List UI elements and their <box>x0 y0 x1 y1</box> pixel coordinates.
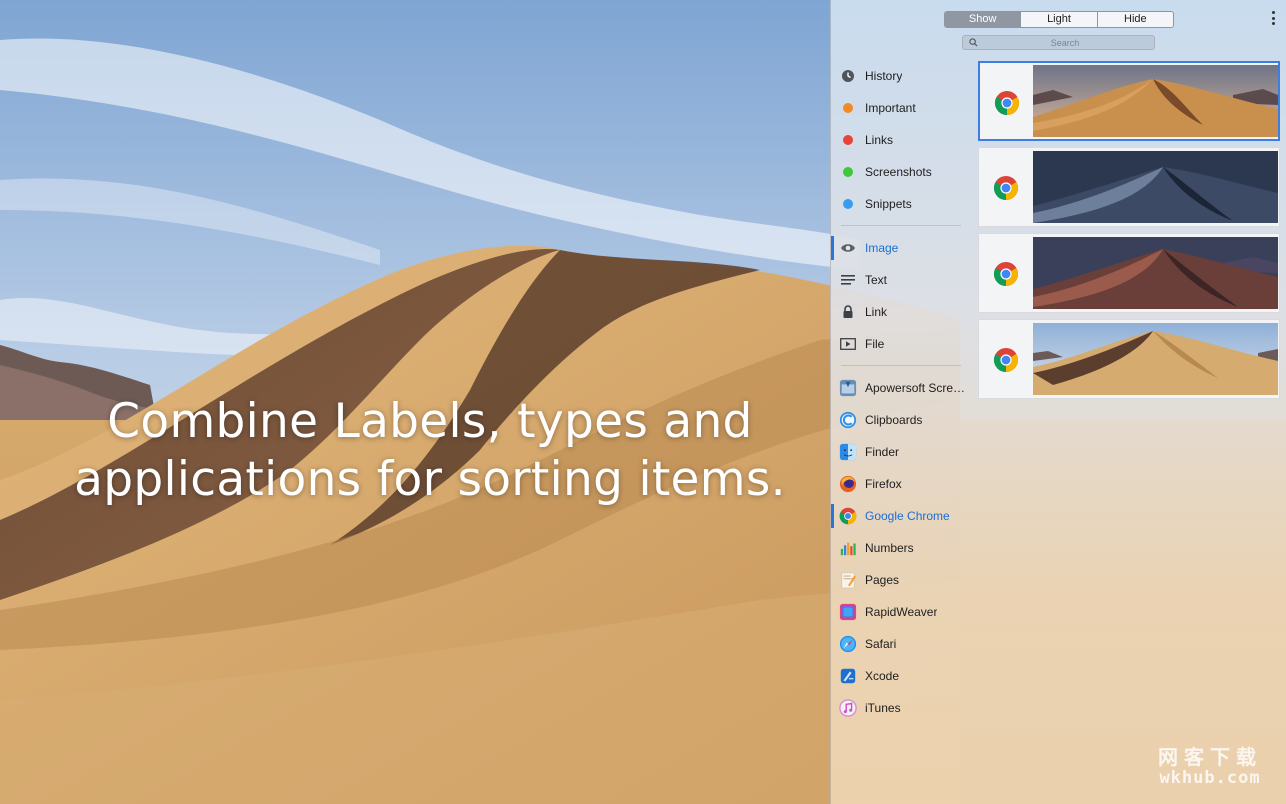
segment-light[interactable]: Light <box>1021 12 1098 27</box>
sidebar-item-label: Image <box>865 241 899 255</box>
sidebar-item-label: History <box>865 69 903 83</box>
segment-hide[interactable]: Hide <box>1098 12 1173 27</box>
search-field <box>962 35 1155 50</box>
sidebar-item-label: Google Chrome <box>865 509 950 523</box>
sidebar-item-label: Xcode <box>865 669 900 683</box>
media-file-icon <box>839 335 857 353</box>
sidebar-item-label: Link <box>865 305 888 319</box>
clipboards-icon <box>839 411 857 429</box>
text-lines-icon <box>839 271 857 289</box>
sidebar-item-label: Firefox <box>865 477 902 491</box>
sidebar-item-label: File <box>865 337 885 351</box>
sidebar-item-clipboards[interactable]: Clipboards <box>831 404 971 436</box>
sidebar-item-xcode[interactable]: Xcode <box>831 660 971 692</box>
sidebar-item-snippets[interactable]: Snippets <box>831 188 971 220</box>
sidebar-item-file[interactable]: File <box>831 328 971 360</box>
sidebar-item-label: Snippets <box>865 197 912 211</box>
sidebar-item-rapidweaver[interactable]: RapidWeaver <box>831 596 971 628</box>
sidebar-item-firefox[interactable]: Firefox <box>831 468 971 500</box>
sidebar-item-history[interactable]: History <box>831 60 971 92</box>
numbers-icon <box>839 539 857 557</box>
xcode-icon <box>839 667 857 685</box>
clipboard-panel: Show Light Hide History Important Links <box>830 0 1286 804</box>
rapidweaver-icon <box>839 603 857 621</box>
clip-item[interactable] <box>978 147 1280 227</box>
sidebar-item-label: Pages <box>865 573 900 587</box>
sidebar-item-label: Finder <box>865 445 900 459</box>
promo-caption: Combine Labels, types and applications f… <box>60 393 800 509</box>
chrome-icon <box>839 507 857 525</box>
sidebar-item-important[interactable]: Important <box>831 92 971 124</box>
sidebar-item-label: RapidWeaver <box>865 605 938 619</box>
image-thumbnail <box>1033 151 1278 223</box>
visibility-segmented-control: Show Light Hide <box>944 11 1174 28</box>
sidebar-item-label: Screenshots <box>865 165 932 179</box>
sidebar-item-label: iTunes <box>865 701 901 715</box>
safari-icon <box>839 635 857 653</box>
watermark-line-2: wkhub.com <box>1159 768 1261 788</box>
chrome-icon <box>993 262 1019 286</box>
sidebar-item-apowersoft[interactable]: Apowersoft Screen Recorder <box>831 372 971 404</box>
caption-line-1: Combine Labels, types and <box>107 394 753 449</box>
sidebar-item-label: Important <box>865 101 916 115</box>
pages-icon <box>839 571 857 589</box>
sidebar-item-label: Clipboards <box>865 413 923 427</box>
sidebar-item-pages[interactable]: Pages <box>831 564 971 596</box>
sidebar-item-finder[interactable]: Finder <box>831 436 971 468</box>
clip-item[interactable] <box>978 61 1280 141</box>
green-dot-icon <box>839 163 857 181</box>
firefox-icon <box>839 475 857 493</box>
lock-icon <box>839 303 857 321</box>
vertical-ellipsis-icon[interactable] <box>1269 10 1277 26</box>
itunes-icon <box>839 699 857 717</box>
sidebar-item-link[interactable]: Link <box>831 296 971 328</box>
watermark-line-1: 网客下载 <box>1158 745 1262 769</box>
sidebar-item-label: Apowersoft Screen Recorder <box>865 381 966 395</box>
red-dot-icon <box>839 131 857 149</box>
caption-line-2: applications for sorting items. <box>74 452 786 507</box>
image-thumbnail <box>1033 65 1278 137</box>
sidebar-item-google-chrome[interactable]: Google Chrome <box>831 500 971 532</box>
orange-dot-icon <box>839 99 857 117</box>
history-icon <box>839 67 857 85</box>
clip-item[interactable] <box>978 319 1280 399</box>
clip-list <box>978 61 1280 405</box>
image-thumbnail <box>1033 323 1278 395</box>
chrome-icon <box>993 348 1019 372</box>
filter-sidebar: History Important Links Screenshots Snip… <box>831 60 971 724</box>
segment-show[interactable]: Show <box>945 12 1022 27</box>
sidebar-item-label: Numbers <box>865 541 914 555</box>
sidebar-item-label: Links <box>865 133 894 147</box>
apowersoft-icon <box>839 379 857 397</box>
chrome-icon <box>993 176 1019 200</box>
sidebar-divider <box>841 225 961 226</box>
clip-item[interactable] <box>978 233 1280 313</box>
sidebar-item-image[interactable]: Image <box>831 232 971 264</box>
finder-icon <box>839 443 857 461</box>
image-thumbnail <box>1033 237 1278 309</box>
sidebar-divider <box>841 365 961 366</box>
sidebar-item-screenshots[interactable]: Screenshots <box>831 156 971 188</box>
blue-dot-icon <box>839 195 857 213</box>
sidebar-item-text[interactable]: Text <box>831 264 971 296</box>
sidebar-item-numbers[interactable]: Numbers <box>831 532 971 564</box>
chrome-icon <box>994 91 1020 115</box>
sidebar-item-safari[interactable]: Safari <box>831 628 971 660</box>
eye-icon <box>839 239 857 257</box>
sidebar-item-itunes[interactable]: iTunes <box>831 692 971 724</box>
search-input[interactable] <box>981 36 1149 49</box>
sidebar-item-label: Text <box>865 273 888 287</box>
sidebar-item-links[interactable]: Links <box>831 124 971 156</box>
sidebar-item-label: Safari <box>865 637 897 651</box>
watermark: 网客下载 wkhub.com <box>1158 746 1262 788</box>
search-icon <box>969 38 978 47</box>
